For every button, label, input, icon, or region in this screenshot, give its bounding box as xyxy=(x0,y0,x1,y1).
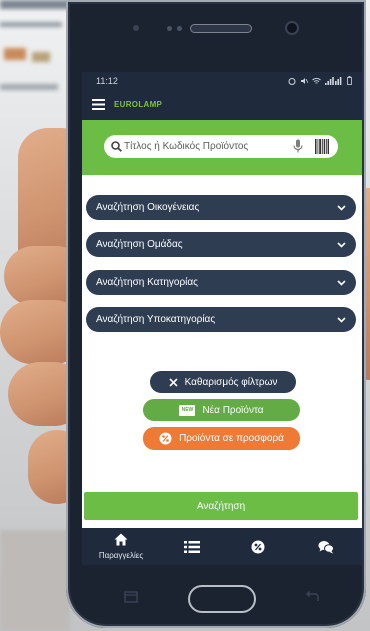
app-header: EUROLAMP xyxy=(82,90,362,120)
chat-icon[interactable] xyxy=(318,540,334,554)
dropdown-label: Αναζήτηση Οικογένειας xyxy=(96,202,200,213)
percent-icon[interactable] xyxy=(251,540,265,554)
alarm-icon xyxy=(288,77,296,85)
battery-icon xyxy=(347,76,352,85)
status-icons xyxy=(288,76,352,85)
status-bar: 11:12 xyxy=(82,72,362,90)
signal-icon xyxy=(325,76,342,85)
app-screen: 11:12 EUROLAMP Αναζήτηση Οικογένειας xyxy=(82,72,362,565)
filter-category-dropdown[interactable]: Αναζήτηση Κατηγορίας xyxy=(86,270,356,295)
offers-label: Προϊόντα σε προσφορά xyxy=(179,433,284,444)
barcode-icon[interactable] xyxy=(315,139,329,154)
chevron-down-icon xyxy=(337,316,346,323)
phone-body: 11:12 EUROLAMP Αναζήτηση Οικογένειας xyxy=(66,0,366,628)
chevron-down-icon xyxy=(337,204,346,211)
sensor-dot xyxy=(167,26,172,31)
percent-badge-icon xyxy=(159,432,172,445)
mute-icon xyxy=(301,77,308,84)
wifi-icon xyxy=(312,77,321,84)
nav-item-label: Παραγγελίες xyxy=(98,551,144,560)
speaker-grille xyxy=(190,24,252,33)
hamburger-menu-icon[interactable] xyxy=(92,99,105,110)
front-camera xyxy=(285,21,299,35)
list-icon[interactable] xyxy=(184,541,200,553)
clear-filters-button[interactable]: Καθαρισμός φίλτρων xyxy=(150,371,296,393)
filter-group-dropdown[interactable]: Αναζήτηση Ομάδας xyxy=(86,232,356,257)
search-icon xyxy=(111,141,122,152)
filter-subcategory-dropdown[interactable]: Αναζήτηση Υποκατηγορίας xyxy=(86,307,356,332)
search-bar[interactable] xyxy=(104,135,338,158)
chevron-down-icon xyxy=(337,279,346,286)
search-button[interactable]: Αναζήτηση xyxy=(84,492,358,520)
bottom-nav: Παραγγελίες xyxy=(82,528,362,565)
home-button[interactable] xyxy=(188,585,256,613)
dropdown-label: Αναζήτηση Υποκατηγορίας xyxy=(96,314,216,325)
front-sensor xyxy=(133,25,139,31)
offers-button[interactable]: Προϊόντα σε προσφορά xyxy=(143,427,300,450)
dropdown-label: Αναζήτηση Κατηγορίας xyxy=(96,277,198,288)
status-time: 11:12 xyxy=(96,76,118,86)
new-badge-icon: NEW xyxy=(179,404,196,416)
home-icon xyxy=(114,533,128,546)
clear-filters-label: Καθαρισμός φίλτρων xyxy=(184,376,278,388)
chevron-down-icon xyxy=(337,241,346,248)
back-icon[interactable] xyxy=(304,591,320,603)
new-products-label: Νέα Προϊόντα xyxy=(202,404,264,416)
new-products-button[interactable]: NEW Νέα Προϊόντα xyxy=(143,399,300,421)
search-button-label: Αναζήτηση xyxy=(196,500,246,512)
app-title: EUROLAMP xyxy=(114,100,163,109)
microphone-icon[interactable] xyxy=(293,139,303,154)
sensor-dot xyxy=(177,26,182,31)
close-icon xyxy=(169,377,178,387)
filter-family-dropdown[interactable]: Αναζήτηση Οικογένειας xyxy=(86,195,356,220)
search-input[interactable] xyxy=(124,138,286,155)
search-band xyxy=(82,120,362,175)
nav-item-orders[interactable]: Παραγγελίες xyxy=(90,528,152,565)
recent-apps-icon[interactable] xyxy=(124,591,138,603)
dropdown-label: Αναζήτηση Ομάδας xyxy=(96,239,183,250)
